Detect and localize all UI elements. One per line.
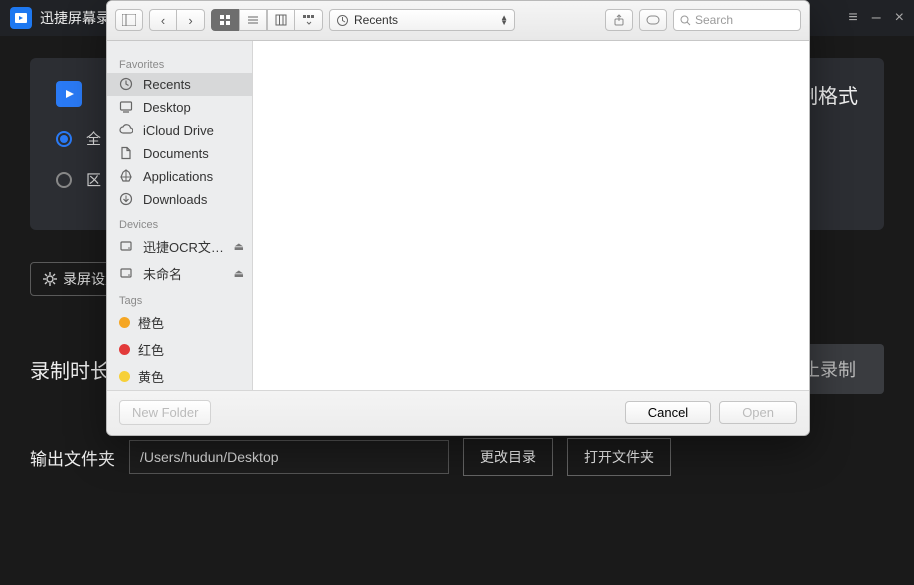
devices-header: Devices [107, 217, 252, 233]
sidebar-item-applications[interactable]: Applications [107, 165, 252, 188]
disk-icon [119, 239, 135, 253]
sidebar-item-label: Applications [143, 169, 213, 184]
dialog-sidebar: Favorites Recents Desktop iCloud Drive Docu… [107, 41, 253, 390]
clock-icon [119, 77, 135, 91]
change-dir-button[interactable]: 更改目录 [463, 438, 553, 476]
search-input[interactable]: Search [673, 9, 801, 31]
view-segment [211, 9, 323, 31]
sidebar-tag[interactable]: 红色 [107, 336, 252, 363]
file-browser-area[interactable] [253, 41, 809, 390]
close-icon[interactable]: × [895, 9, 904, 27]
open-button: Open [719, 401, 797, 424]
download-icon [119, 192, 135, 206]
tag-color-icon [119, 371, 130, 382]
panel-head-icon [56, 81, 82, 107]
sidebar-device[interactable]: 未命名 ⏏ [107, 260, 252, 287]
sidebar-item-recents[interactable]: Recents [107, 73, 252, 96]
eject-icon[interactable]: ⏏ [234, 267, 244, 280]
sidebar-item-desktop[interactable]: Desktop [107, 96, 252, 119]
tag-color-icon [119, 344, 130, 355]
radio-full[interactable] [56, 131, 72, 147]
desktop-icon [119, 100, 135, 114]
eject-icon[interactable]: ⏏ [234, 240, 244, 253]
chevron-updown-icon: ▲▼ [500, 15, 508, 25]
gallery-view-button[interactable] [295, 9, 323, 31]
duration-label: 录制时长: [30, 355, 116, 384]
dialog-footer: New Folder Cancel Open [107, 390, 809, 435]
tags-header: Tags [107, 293, 252, 309]
sidebar-item-label: 迅捷OCR文… [143, 237, 224, 256]
open-dialog: ‹ › Recents ▲▼ [106, 0, 810, 436]
clock-icon [336, 14, 349, 27]
list-view-button[interactable] [239, 9, 267, 31]
sidebar-toggle-button[interactable] [115, 9, 143, 31]
tag-color-icon [119, 317, 130, 328]
sidebar-item-label: 未命名 [143, 264, 182, 283]
forward-button[interactable]: › [177, 9, 205, 31]
location-dropdown[interactable]: Recents ▲▼ [329, 9, 515, 31]
output-label: 输出文件夹 [30, 445, 115, 470]
sidebar-item-icloud-drive[interactable]: iCloud Drive [107, 119, 252, 142]
sidebar-item-label: Documents [143, 146, 209, 161]
sidebar-item-label: Downloads [143, 192, 207, 207]
cancel-button[interactable]: Cancel [625, 401, 711, 424]
favorites-header: Favorites [107, 57, 252, 73]
cloud-icon [119, 123, 135, 137]
dialog-toolbar: ‹ › Recents ▲▼ [107, 1, 809, 41]
back-button[interactable]: ‹ [149, 9, 177, 31]
sidebar-item-label: 黄色 [138, 367, 164, 386]
nav-segment: ‹ › [149, 9, 205, 31]
apps-icon [119, 169, 135, 183]
disk-icon [119, 266, 135, 280]
search-icon [680, 15, 691, 26]
new-folder-button: New Folder [119, 400, 211, 425]
tags-button[interactable] [639, 9, 667, 31]
app-title: 迅捷屏幕录 [40, 8, 110, 28]
menu-icon[interactable]: ≡ [848, 9, 857, 27]
open-folder-button[interactable]: 打开文件夹 [567, 438, 671, 476]
radio-region[interactable] [56, 172, 72, 188]
sidebar-item-label: 红色 [138, 340, 164, 359]
sidebar-item-label: Recents [143, 77, 191, 92]
sidebar-item-label: 橙色 [138, 313, 164, 332]
column-view-button[interactable] [267, 9, 295, 31]
sidebar-item-label: Desktop [143, 100, 191, 115]
sidebar-device[interactable]: 迅捷OCR文… ⏏ [107, 233, 252, 260]
output-path-field[interactable]: /Users/hudun/Desktop [129, 440, 449, 474]
sidebar-item-documents[interactable]: Documents [107, 142, 252, 165]
sidebar-item-label: iCloud Drive [143, 123, 214, 138]
sidebar-item-downloads[interactable]: Downloads [107, 188, 252, 211]
app-logo [10, 7, 32, 29]
gear-icon [43, 272, 57, 286]
doc-icon [119, 146, 135, 160]
sidebar-tag[interactable]: 黄色 [107, 363, 252, 390]
share-button[interactable] [605, 9, 633, 31]
sidebar-tag[interactable]: 橙色 [107, 309, 252, 336]
minimize-icon[interactable]: – [872, 9, 881, 27]
icon-view-button[interactable] [211, 9, 239, 31]
